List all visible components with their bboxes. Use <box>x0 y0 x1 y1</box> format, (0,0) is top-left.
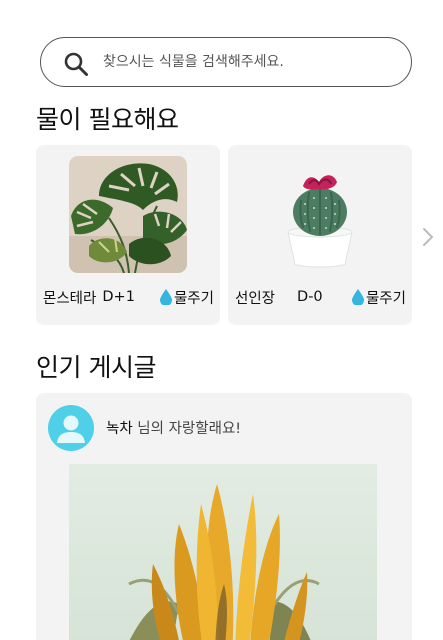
plant-name: 몬스테라 <box>43 290 97 307</box>
search-input[interactable] <box>103 48 393 76</box>
chevron-right-icon[interactable] <box>420 226 436 248</box>
post-card[interactable]: 녹차 님의 자랑할래요! <box>36 393 412 640</box>
water-drop-icon <box>351 289 364 305</box>
monstera-plant-image <box>69 156 187 273</box>
water-button[interactable]: 물주기 <box>159 287 214 308</box>
water-button[interactable]: 물주기 <box>351 287 406 308</box>
user-avatar-icon[interactable] <box>48 405 94 451</box>
plant-name: 선인장 <box>235 290 276 307</box>
plant-card-cactus[interactable]: 선인장 D-0 물주기 <box>228 145 412 325</box>
popular-posts-title: 인기 게시글 <box>36 353 156 382</box>
water-button-label: 물주기 <box>365 290 406 307</box>
plant-dday: D+1 <box>102 289 135 305</box>
search-bar[interactable] <box>40 37 412 87</box>
cactus-plant-image <box>261 156 379 273</box>
plant-card-monstera[interactable]: 몬스테라 D+1 물주기 <box>36 145 220 325</box>
water-button-label: 물주기 <box>173 290 214 307</box>
plant-info-row: 몬스테라 D+1 물주기 <box>43 286 214 308</box>
search-icon[interactable] <box>63 51 89 77</box>
post-author-line: 녹차 님의 자랑할래요! <box>106 417 241 438</box>
post-caption: 님의 자랑할래요! <box>132 421 242 437</box>
plant-dday: D-0 <box>297 289 323 305</box>
post-author-name[interactable]: 녹차 <box>106 421 133 437</box>
plant-info-row: 선인장 D-0 물주기 <box>235 286 406 308</box>
water-drop-icon <box>159 289 172 305</box>
needs-water-title: 물이 필요해요 <box>36 105 179 134</box>
sunflower-bud-image[interactable] <box>69 464 377 640</box>
